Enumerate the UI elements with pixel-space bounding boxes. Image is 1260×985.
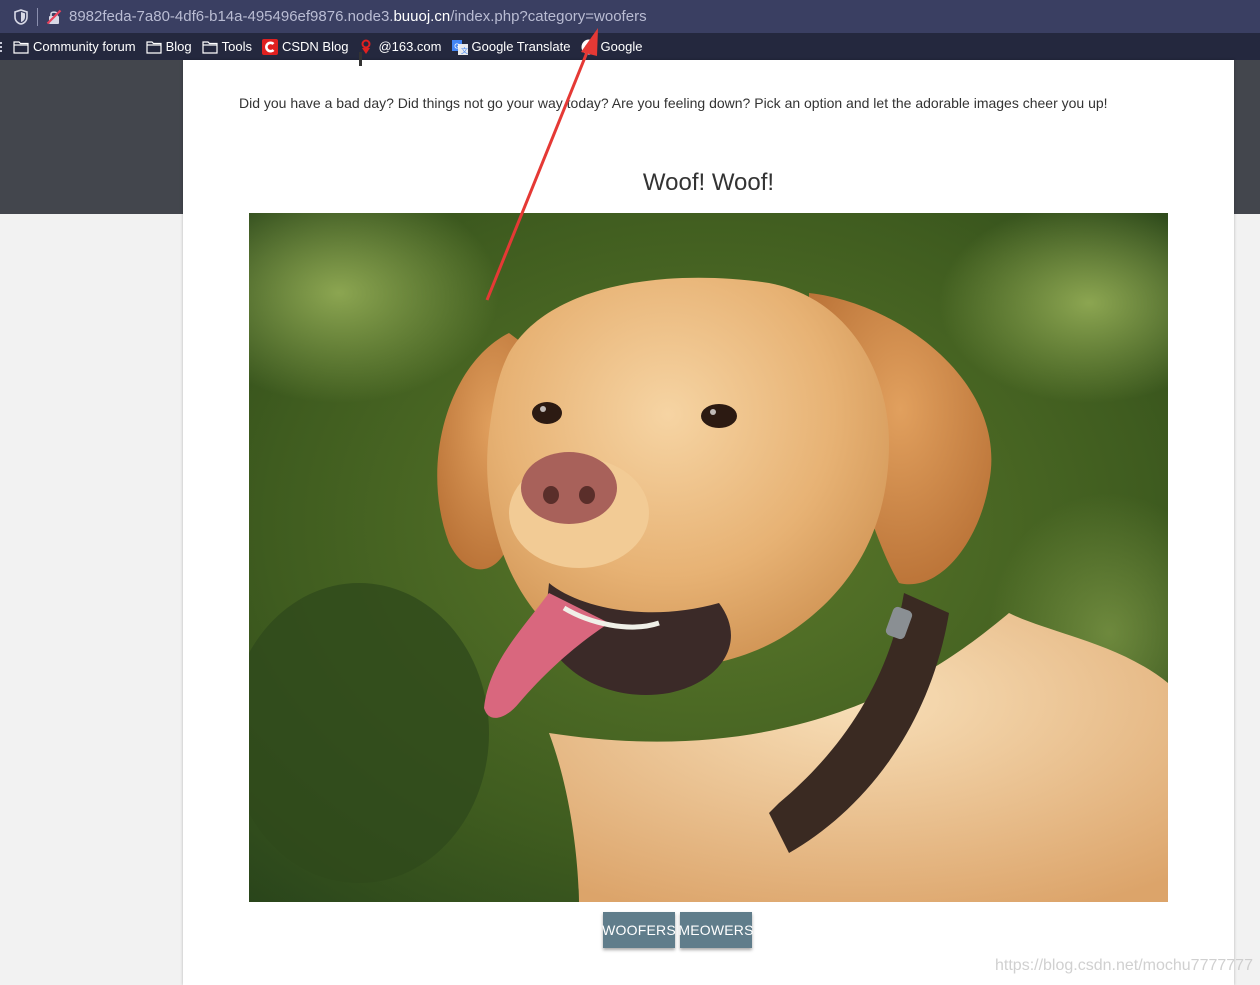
bookmarks-bar: Community forum Blog Tools CSDN Blog @16…	[0, 33, 1260, 60]
bookmark-label: Google	[600, 39, 643, 54]
folder-icon	[202, 40, 218, 54]
bookmark-blog[interactable]: Blog	[145, 39, 192, 54]
bookmark-community-forum[interactable]: Community forum	[13, 39, 136, 54]
bookmark-163-mail[interactable]: @163.com	[358, 39, 442, 55]
svg-text:G: G	[584, 42, 593, 54]
bookmark-csdn-blog[interactable]: CSDN Blog	[261, 38, 349, 55]
csdn-icon	[261, 38, 278, 55]
bookmark-google-translate[interactable]: G文 Google Translate	[451, 39, 571, 55]
bookmark-tools[interactable]: Tools	[202, 39, 252, 54]
dog-image-illustration	[249, 213, 1168, 902]
bookmark-label: Google Translate	[471, 39, 571, 54]
section-title: Woof! Woof!	[642, 169, 775, 196]
dog-photo	[249, 213, 1168, 902]
address-bar[interactable]: 8982feda-7a80-4df6-b14a-495496ef9876.nod…	[0, 0, 1260, 33]
google-translate-icon: G文	[451, 39, 468, 55]
watermark-text: https://blog.csdn.net/mochu7777777	[995, 957, 1253, 974]
url-text[interactable]: 8982feda-7a80-4df6-b14a-495496ef9876.nod…	[69, 8, 647, 25]
url-path: /index.php?category=woofers	[450, 8, 647, 25]
content-card: Did you have a bad day? Did things not g…	[183, 52, 1234, 985]
insecure-connection-icon[interactable]	[46, 9, 62, 25]
bookmark-label: @163.com	[378, 39, 442, 54]
page-heading-partial	[359, 52, 362, 66]
shield-icon[interactable]	[14, 8, 28, 25]
bookmark-label: Blog	[165, 39, 192, 54]
bookmark-label: Community forum	[33, 39, 136, 54]
category-buttons: WOOFERS MEOWERS	[602, 912, 753, 948]
bookmark-label: Tools	[221, 39, 252, 54]
folder-icon	[13, 40, 29, 54]
url-prefix: 8982feda-7a80-4df6-b14a-495496ef9876.nod…	[69, 8, 394, 25]
svg-text:G: G	[454, 43, 459, 50]
bookmark-label: CSDN Blog	[281, 39, 349, 54]
url-host: buuoj.cn	[393, 8, 451, 25]
meowers-button[interactable]: MEOWERS	[678, 912, 753, 948]
google-icon: G	[581, 39, 597, 54]
svg-text:文: 文	[461, 46, 468, 55]
bookmark-google[interactable]: G Google	[581, 39, 643, 55]
woofers-button[interactable]: WOOFERS	[602, 912, 676, 948]
intro-text: Did you have a bad day? Did things not g…	[239, 95, 1108, 111]
url-separator	[37, 7, 38, 26]
folder-icon	[145, 40, 162, 54]
window-edge-marker	[0, 42, 5, 52]
